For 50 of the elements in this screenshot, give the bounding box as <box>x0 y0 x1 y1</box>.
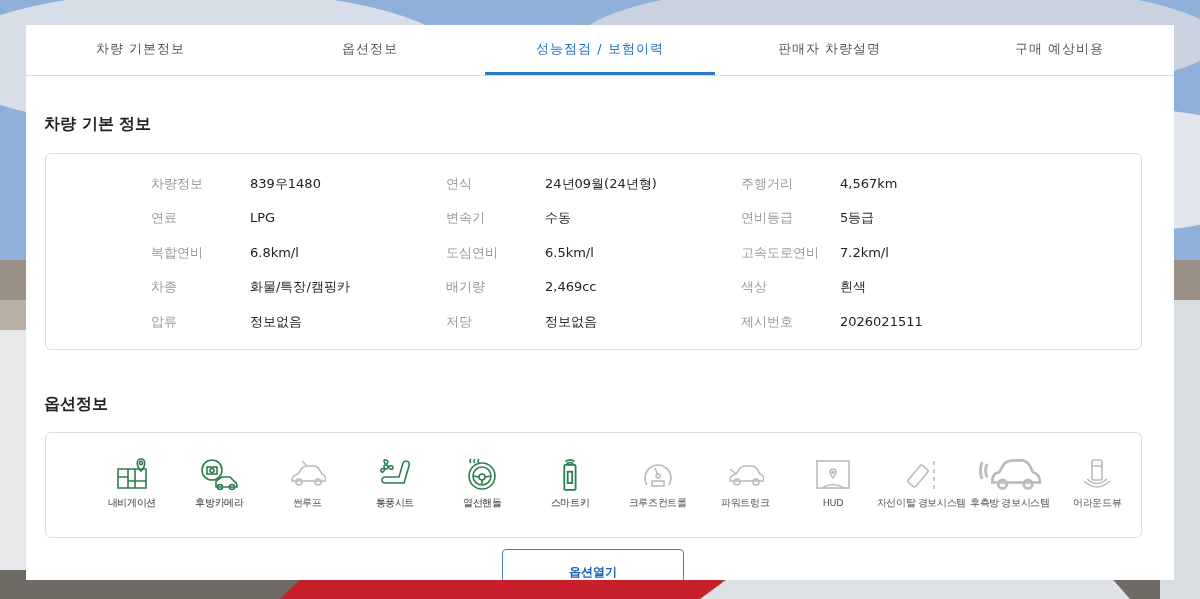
info-value: LPG <box>250 209 276 227</box>
option-label: 후측방 경보시스템 <box>969 495 1050 510</box>
info-value: 화물/특장/캠핑카 <box>250 278 350 296</box>
info-value: 2,469cc <box>545 278 597 296</box>
option-label: 썬루프 <box>292 495 322 510</box>
info-label: 고속도로연비 <box>741 243 820 262</box>
tab[interactable]: 구매 예상비용 <box>944 25 1174 75</box>
option-label: 내비게이션 <box>107 495 156 510</box>
info-label: 연료 <box>151 209 178 227</box>
option-label: 후방카메라 <box>195 495 244 510</box>
info-label: 차종 <box>151 278 178 296</box>
info-value: 24년09월(24년형) <box>545 174 657 193</box>
info-label: 연식 <box>446 174 473 193</box>
info-label: 차량정보 <box>151 174 204 193</box>
info-label: 압류 <box>151 312 178 331</box>
info-value: 839우1480 <box>250 174 321 193</box>
tab[interactable]: 옵션정보 <box>255 25 486 75</box>
option-label: 차선이탈 경보시스템 <box>876 495 966 510</box>
info-value: 7.2km/l <box>840 243 889 262</box>
info-value: 2026021511 <box>840 312 923 331</box>
option-label: 파워트렁크 <box>721 495 770 510</box>
info-label: 저당 <box>446 312 473 331</box>
info-label: 연비등급 <box>741 209 794 227</box>
info-value: 6.8km/l <box>250 243 299 262</box>
info-label: 도심연비 <box>446 243 499 262</box>
tab[interactable]: 차량 기본정보 <box>26 25 256 75</box>
info-value: 5등급 <box>840 209 875 227</box>
info-value: 6.5km/l <box>545 243 594 262</box>
option-label: 크루즈컨트롤 <box>628 495 687 510</box>
info-value: 정보없음 <box>250 312 302 331</box>
info-label: 주행거리 <box>741 174 794 193</box>
option-label: 스마트키 <box>550 495 590 510</box>
option-label: 어라운드뷰 <box>1073 495 1122 510</box>
info-label: 변속기 <box>446 209 486 227</box>
option-label: 열선핸들 <box>463 495 502 510</box>
info-value: 4,567km <box>840 174 898 193</box>
section-title: 차량 기본 정보 <box>44 113 153 135</box>
info-value: 정보없음 <box>545 312 597 331</box>
info-label: 복합연비 <box>151 243 204 262</box>
open-options-button[interactable]: 옵션열기 <box>502 548 684 580</box>
option-label: 통풍시트 <box>375 495 414 510</box>
tab[interactable]: 판매자 차량설명 <box>714 25 945 75</box>
info-label: 색상 <box>741 278 768 296</box>
tab[interactable]: 성능점검 / 보험이력 <box>485 25 715 75</box>
info-label: 제시번호 <box>741 312 794 331</box>
section-title: 옵션정보 <box>44 392 109 415</box>
info-value: 수동 <box>545 209 571 227</box>
option-label: HUD <box>822 495 844 510</box>
info-label: 배기량 <box>446 278 486 296</box>
info-value: 흰색 <box>840 278 866 296</box>
